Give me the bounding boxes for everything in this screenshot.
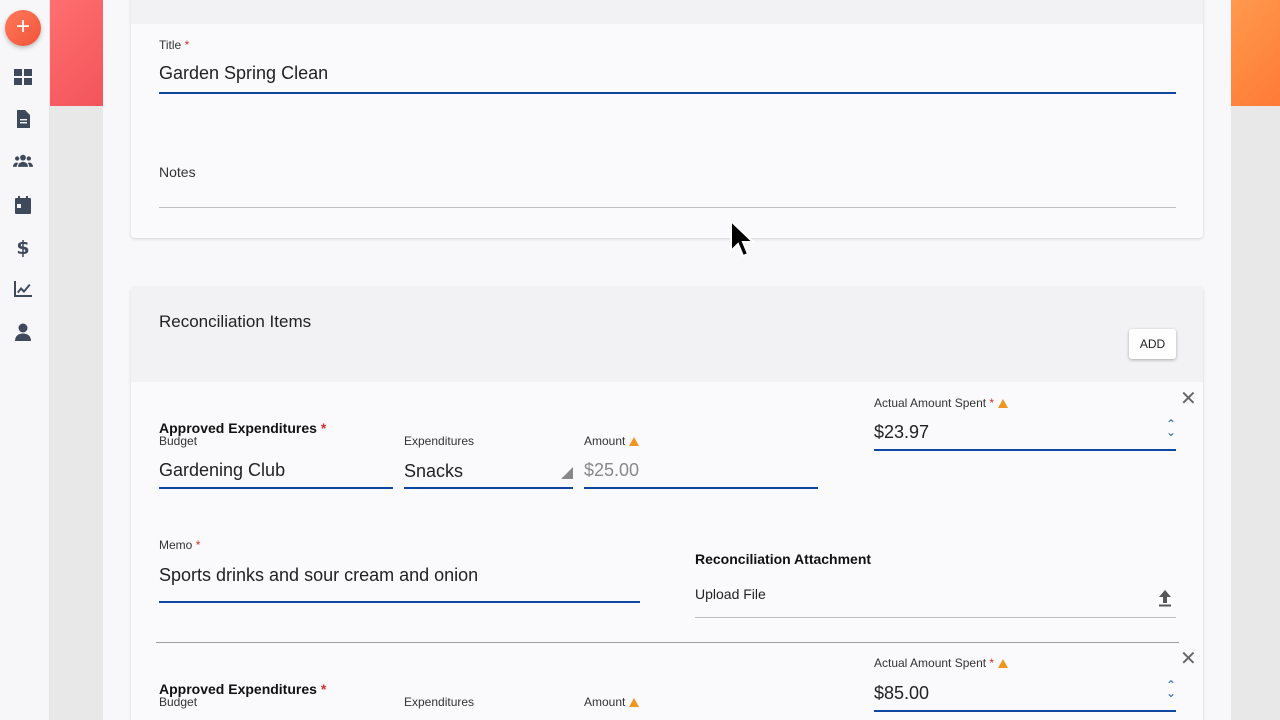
- main-content: Title * Garden Spring Clean Notes Reconc…: [103, 0, 1231, 720]
- document-icon[interactable]: [12, 108, 34, 130]
- title-input[interactable]: Garden Spring Clean: [159, 63, 328, 84]
- close-icon[interactable]: ✕: [1180, 649, 1197, 669]
- expenditures-label: Expenditures: [404, 434, 475, 448]
- notes-label: Notes: [159, 164, 196, 180]
- chart-icon[interactable]: [12, 278, 34, 300]
- add-fab-button[interactable]: +: [5, 10, 41, 46]
- title-underline: [159, 92, 1176, 94]
- close-icon[interactable]: ✕: [1180, 389, 1197, 409]
- actual-amount-label: Actual Amount Spent *: [874, 656, 1009, 670]
- calendar-icon[interactable]: [12, 194, 34, 216]
- upload-underline: [695, 617, 1176, 618]
- dropdown-triangle-icon[interactable]: [561, 467, 573, 479]
- dashboard-icon[interactable]: [12, 66, 34, 88]
- budget-input[interactable]: Gardening Club: [159, 460, 285, 481]
- amount-label: Amount: [584, 695, 640, 709]
- reconciliation-card: Reconciliation Items ADD Actual Amount S…: [131, 287, 1203, 720]
- mouse-cursor-icon: [730, 219, 755, 258]
- actual-amount-underline: [874, 449, 1176, 451]
- attachment-label: Reconciliation Attachment: [695, 551, 872, 567]
- upload-file-label[interactable]: Upload File: [695, 586, 766, 602]
- budget-label: Budget: [159, 434, 198, 448]
- memo-input[interactable]: Sports drinks and sour cream and onion: [159, 565, 478, 586]
- card-header: [131, 0, 1203, 24]
- header-accent-right: [1231, 0, 1280, 106]
- add-item-button[interactable]: ADD: [1129, 329, 1176, 359]
- memo-label: Memo *: [159, 538, 201, 552]
- notes-underline: [159, 207, 1176, 208]
- header-accent-left: [50, 0, 103, 106]
- expenditures-label: Expenditures: [404, 695, 475, 709]
- amount-underline: [584, 487, 818, 489]
- people-icon[interactable]: [12, 150, 34, 172]
- expenditures-underline: [404, 487, 573, 489]
- notes-input[interactable]: [159, 180, 1176, 202]
- actual-amount-input[interactable]: $23.97: [874, 422, 929, 443]
- warning-icon: [998, 399, 1009, 408]
- actual-amount-input[interactable]: $85.00: [874, 683, 929, 704]
- amount-input: $25.00: [584, 460, 640, 480]
- sidebar: + $: [0, 0, 50, 720]
- budget-label: Budget: [159, 695, 198, 709]
- actual-amount-underline: [874, 710, 1176, 712]
- svg-text:$: $: [16, 237, 29, 257]
- person-icon[interactable]: [12, 321, 34, 343]
- warning-icon: [998, 659, 1009, 668]
- stepper-icon[interactable]: ⌃ ⌄: [1165, 679, 1177, 699]
- title-label: Title *: [159, 38, 190, 52]
- memo-underline: [159, 601, 640, 603]
- budget-underline: [159, 487, 393, 489]
- expenditures-select[interactable]: Snacks: [404, 461, 463, 482]
- warning-icon: [629, 437, 640, 446]
- dollar-icon[interactable]: $: [12, 236, 34, 258]
- event-details-card: Title * Garden Spring Clean Notes: [131, 0, 1203, 238]
- warning-icon: [629, 698, 640, 707]
- item-divider: [156, 642, 1179, 643]
- stepper-icon[interactable]: ⌃ ⌄: [1165, 418, 1177, 438]
- amount-label: Amount: [584, 434, 640, 448]
- upload-icon[interactable]: [1157, 589, 1173, 612]
- actual-amount-label: Actual Amount Spent *: [874, 396, 1009, 410]
- reconciliation-title: Reconciliation Items: [159, 312, 312, 331]
- reconciliation-header: [131, 287, 1203, 382]
